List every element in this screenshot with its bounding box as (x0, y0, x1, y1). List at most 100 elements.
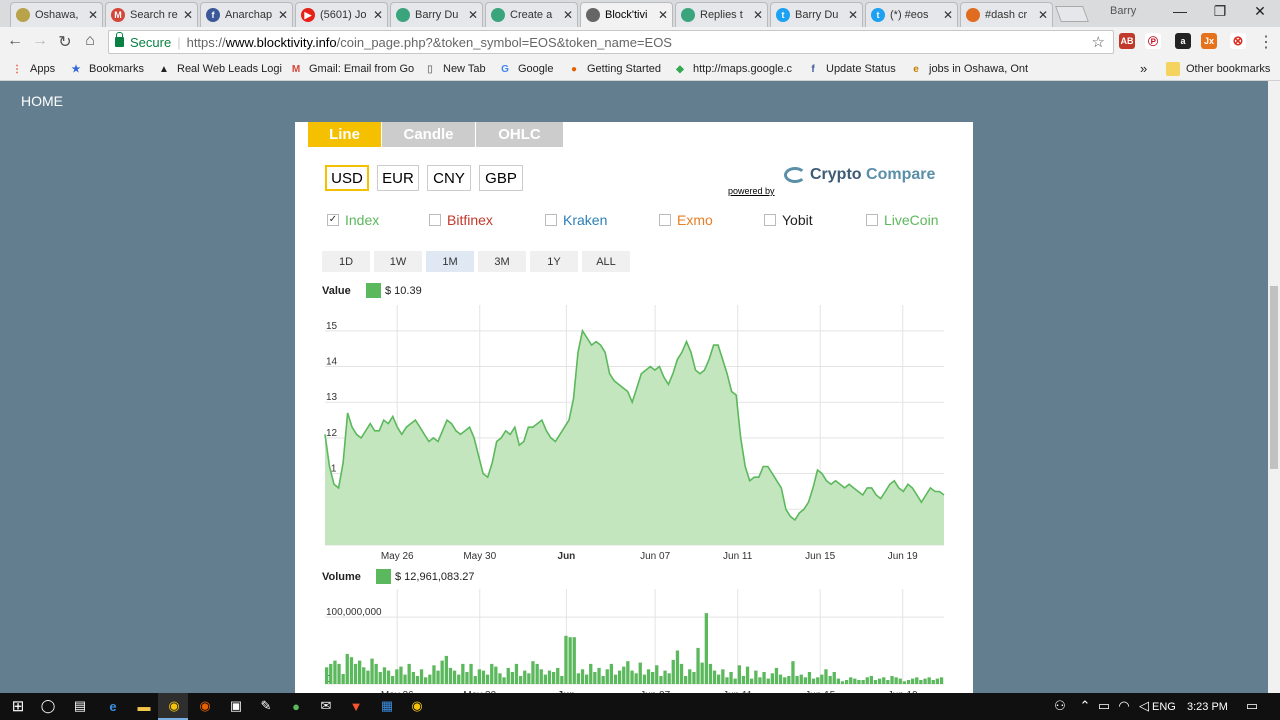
extension-icon[interactable]: ⊗ (1230, 33, 1246, 49)
bookmark-item[interactable]: ⋮ Apps (10, 62, 55, 76)
nav-home[interactable]: HOME (21, 93, 63, 109)
currency-button[interactable]: USD (325, 165, 369, 191)
range-button[interactable]: 3M (478, 251, 526, 272)
range-button[interactable]: 1Y (530, 251, 578, 272)
checkbox[interactable] (764, 214, 776, 226)
mail-icon[interactable]: ✉ (318, 698, 334, 714)
checkbox[interactable] (545, 214, 557, 226)
menu-icon[interactable]: ⋮ (1256, 32, 1276, 52)
bookmark-item[interactable]: ▲ Real Web Leads Logi (157, 62, 282, 76)
scrollbar-thumb[interactable] (1270, 286, 1278, 469)
home-icon[interactable]: ⌂ (80, 32, 100, 50)
powered-by-link[interactable]: powered by (728, 186, 775, 196)
range-button[interactable]: 1D (322, 251, 370, 272)
tab-close-icon[interactable]: ✕ (88, 8, 98, 22)
address-bar[interactable]: Secure | https://www.blocktivity.info/co… (108, 30, 1114, 54)
checkbox[interactable]: ✓ (327, 214, 339, 226)
tab-close-icon[interactable]: ✕ (848, 8, 858, 22)
volume-icon[interactable]: ◁ (1136, 698, 1152, 714)
chrome-canary-icon[interactable]: ◉ (409, 698, 425, 714)
chart-type-tab[interactable]: Line (308, 122, 381, 147)
range-button[interactable]: ALL (582, 251, 630, 272)
bookmark-item[interactable]: ● Getting Started (567, 62, 661, 76)
amazon-extension-icon[interactable]: a (1175, 33, 1191, 49)
task-view-icon[interactable]: ▤ (72, 698, 88, 714)
browser-tab[interactable]: f Anarchap ✕ (200, 2, 293, 27)
range-button[interactable]: 1W (374, 251, 422, 272)
profile-name[interactable]: Barry (1110, 5, 1136, 17)
language-indicator[interactable]: ENG (1152, 701, 1176, 713)
currency-button[interactable]: EUR (377, 165, 419, 191)
close-window-icon[interactable]: ✕ (1240, 3, 1280, 20)
restore-icon[interactable]: ❐ (1200, 3, 1240, 20)
browser-tab[interactable]: Oshawa, ✕ (10, 2, 103, 27)
tab-close-icon[interactable]: ✕ (278, 8, 288, 22)
bookmark-item[interactable]: ◆ http://maps.google.c (673, 62, 792, 76)
exchange-toggle[interactable]: Kraken (545, 212, 607, 228)
browser-tab[interactable]: t Barry Du ✕ (770, 2, 863, 27)
exchange-toggle[interactable]: LiveCoin (866, 212, 938, 228)
windows-start-icon[interactable]: ⊞ (10, 698, 26, 715)
store-icon[interactable]: ▣ (228, 698, 244, 714)
wifi-icon[interactable]: ◠ (1116, 698, 1132, 714)
pinterest-extension-icon[interactable]: ℗ (1145, 33, 1161, 49)
bookmark-item[interactable]: f Update Status (806, 62, 895, 76)
adblock-extension-icon[interactable]: AB (1119, 33, 1135, 49)
exchange-toggle[interactable]: Bitfinex (429, 212, 493, 228)
tab-close-icon[interactable]: ✕ (183, 8, 193, 22)
chrome-icon[interactable]: ◉ (166, 698, 182, 714)
currency-button[interactable]: CNY (427, 165, 471, 191)
bookmark-item[interactable]: ★ Bookmarks (69, 62, 145, 76)
bookmark-item[interactable]: e jobs in Oshawa, Ont (909, 62, 1028, 76)
browser-tab[interactable]: Replies t ✕ (675, 2, 768, 27)
checkbox[interactable] (429, 214, 441, 226)
minimize-icon[interactable]: — (1160, 3, 1200, 19)
jx-extension-icon[interactable]: Jx (1201, 33, 1217, 49)
notification-icon[interactable]: ▭ (1244, 698, 1260, 714)
browser-tab[interactable]: M Search re ✕ (105, 2, 198, 27)
bookmark-star-icon[interactable]: ☆ (1092, 33, 1105, 51)
edge-icon[interactable]: e (105, 698, 121, 714)
tab-close-icon[interactable]: ✕ (943, 8, 953, 22)
volume-chart[interactable]: 0100,000,000May 26May 30JunJun 07Jun 11J… (322, 587, 947, 693)
cortana-icon[interactable]: ◯ (40, 698, 56, 714)
battery-icon[interactable]: ▭ (1096, 698, 1112, 714)
bookmark-item[interactable]: G Google (498, 62, 553, 76)
bookmark-item[interactable]: ▯ New Tab (423, 62, 485, 76)
new-tab-button[interactable] (1055, 6, 1089, 22)
chart-type-tab[interactable]: OHLC (476, 122, 563, 147)
chart-type-tab[interactable]: Candle (382, 122, 475, 147)
people-icon[interactable]: ⚇ (1052, 698, 1068, 714)
range-button[interactable]: 1M (426, 251, 474, 272)
bookmarks-overflow[interactable]: » (1140, 61, 1147, 76)
tab-close-icon[interactable]: ✕ (563, 8, 573, 22)
browser-tab[interactable]: Create a ✕ (485, 2, 578, 27)
browser-tab[interactable]: Block'tivi ✕ (580, 2, 673, 27)
forward-icon[interactable]: → (30, 32, 50, 50)
app-icon[interactable]: ✎ (258, 698, 274, 714)
tab-close-icon[interactable]: ✕ (373, 8, 383, 22)
exchange-toggle[interactable]: Yobit (764, 212, 813, 228)
app-green-icon[interactable]: ● (288, 698, 304, 714)
tab-close-icon[interactable]: ✕ (753, 8, 763, 22)
firefox-icon[interactable]: ◉ (197, 698, 213, 714)
exchange-toggle[interactable]: ✓ Index (327, 212, 379, 228)
cryptocompare-logo[interactable]: Crypto Compare (784, 166, 935, 184)
tab-close-icon[interactable]: ✕ (1038, 8, 1048, 22)
currency-button[interactable]: GBP (479, 165, 523, 191)
bookmark-item[interactable]: M Gmail: Email from Go (289, 62, 414, 76)
file-explorer-icon[interactable]: ▬ (136, 698, 152, 714)
page-scrollbar[interactable] (1268, 81, 1280, 693)
checkbox[interactable] (866, 214, 878, 226)
secure-indicator[interactable]: Secure (115, 32, 171, 50)
brave-icon[interactable]: ▼ (348, 698, 364, 714)
browser-tab[interactable]: #dash cr ✕ (960, 2, 1053, 27)
checkbox[interactable] (659, 214, 671, 226)
browser-tab[interactable]: ▶ (5601) Jo ✕ (295, 2, 388, 27)
clock[interactable]: 3:23 PM (1187, 701, 1228, 713)
price-chart[interactable]: 9101112131415May 26May 30JunJun 07Jun 11… (322, 301, 947, 563)
tab-close-icon[interactable]: ✕ (658, 8, 668, 22)
other-bookmarks[interactable]: Other bookmarks (1166, 62, 1270, 76)
tab-close-icon[interactable]: ✕ (468, 8, 478, 22)
tray-chevron-icon[interactable]: ⌃ (1077, 698, 1093, 714)
